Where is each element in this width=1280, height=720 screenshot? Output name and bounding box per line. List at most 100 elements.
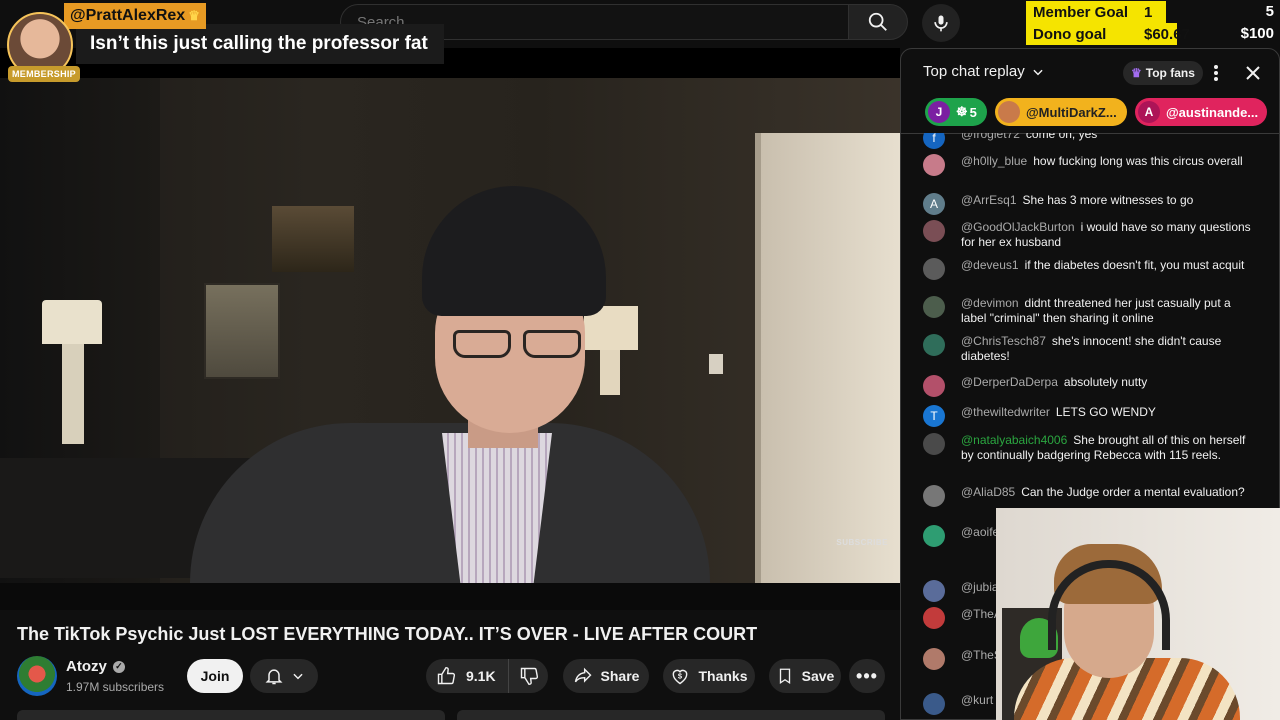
chat-text: Can the Judge order a mental evaluation? (1021, 485, 1245, 499)
chat-author[interactable]: @deveus1 (961, 258, 1019, 272)
like-count: 9.1K (466, 668, 496, 684)
chat-author[interactable]: @thewiltedwriter (961, 405, 1050, 419)
subscribe-watermark[interactable]: SUBSCRIBE (836, 538, 888, 547)
chat-author[interactable]: @frogiet72 (961, 133, 1020, 141)
chat-avatar[interactable] (923, 648, 945, 670)
like-dislike-group: 9.1K (426, 659, 548, 693)
share-button[interactable]: Share (563, 659, 649, 693)
notifications-button[interactable] (250, 659, 318, 693)
voice-search-button[interactable] (922, 4, 960, 42)
chat-avatar[interactable] (923, 334, 945, 356)
video-player[interactable]: SUBSCRIBE (0, 48, 900, 610)
chat-mode-label: Top chat replay (923, 63, 1025, 80)
channel-name[interactable]: Atozy ✓ (66, 658, 125, 675)
chat-message[interactable]: @GoodOlJackBurton i would have so many qu… (923, 220, 1259, 250)
dono-goal: Dono goal $60.67 $100 (1026, 23, 1280, 45)
more-actions-button[interactable]: ••• (849, 659, 885, 693)
chat-avatar[interactable]: A (923, 193, 945, 215)
chat-message[interactable]: @DerperDaDerpa absolutely nutty (923, 375, 1259, 397)
chat-message-body: @ArrEsq1 She has 3 more witnesses to go (961, 193, 1259, 215)
join-button[interactable]: Join (187, 659, 243, 693)
svg-text:$: $ (678, 672, 683, 681)
member-goal-current: 1 (1144, 3, 1153, 21)
save-button[interactable]: Save (769, 659, 841, 693)
chevron-down-icon (1033, 69, 1043, 75)
dono-goal-target: $100 (1240, 25, 1274, 42)
video-frame: SUBSCRIBE (0, 78, 900, 610)
dono-goal-label: Dono goal (1033, 25, 1107, 43)
chat-message[interactable]: T @thewiltedwriter LETS GO WENDY (923, 405, 1259, 427)
chat-message[interactable]: f @frogiet72 come on, yes (923, 133, 1259, 149)
chat-header: Top chat replay ♛ Top fans (901, 49, 1279, 95)
chat-author[interactable]: @h0lly_blue (961, 154, 1027, 168)
member-message: Isn’t this just calling the professor fa… (76, 24, 444, 64)
chat-avatar[interactable]: T (923, 405, 945, 427)
chat-avatar[interactable] (923, 258, 945, 280)
chevron-down-icon (292, 673, 303, 680)
chat-menu-button[interactable] (1206, 61, 1226, 85)
wall-art (272, 206, 354, 272)
chat-message[interactable]: @natalyabaich4006 She brought all of this… (923, 433, 1259, 463)
chat-avatar[interactable] (923, 580, 945, 602)
chat-text: She has 3 more witnesses to go (1022, 193, 1194, 207)
close-icon (1246, 66, 1260, 80)
dislike-button[interactable] (509, 659, 549, 693)
ticker-item[interactable]: @MultiDarkZ... (995, 98, 1127, 126)
member-goal-target: 5 (1265, 3, 1274, 20)
top-fans-button[interactable]: ♛ Top fans (1123, 61, 1203, 85)
youtube-watch-page: Member Goal 1 5 Dono goal $60.67 $100 (0, 0, 1280, 720)
member-goal: Member Goal 1 5 (1026, 1, 1280, 23)
ticker-count: 5 (969, 104, 977, 120)
chat-avatar[interactable] (923, 485, 945, 507)
close-chat-button[interactable] (1241, 61, 1265, 85)
chat-avatar[interactable] (923, 525, 945, 547)
channel-avatar[interactable] (17, 656, 57, 696)
chat-author[interactable]: @kurt (961, 693, 993, 707)
thanks-button[interactable]: $ Thanks (663, 659, 755, 693)
chat-avatar[interactable] (923, 607, 945, 629)
chat-author[interactable]: @AliaD85 (961, 485, 1015, 499)
chat-author[interactable]: @jubia (961, 580, 999, 594)
chat-mode-dropdown[interactable]: Top chat replay (923, 63, 1045, 80)
chat-avatar[interactable] (923, 154, 945, 176)
chat-author[interactable]: @devimon (961, 296, 1019, 310)
more-vertical-icon (1214, 65, 1218, 81)
chat-message-body: @frogiet72 come on, yes (961, 133, 1259, 149)
like-button[interactable]: 9.1K (426, 659, 509, 693)
chat-author[interactable]: @ChrisTesch87 (961, 334, 1046, 348)
chat-avatar[interactable] (923, 693, 945, 715)
share-icon (574, 667, 592, 683)
description-box-edge (17, 710, 445, 720)
chat-text: absolutely nutty (1063, 375, 1148, 389)
streamer-webcam (996, 508, 1280, 720)
chat-message[interactable]: @AliaD85 Can the Judge order a mental eva… (923, 485, 1259, 507)
chat-message-body: @DerperDaDerpa absolutely nutty (961, 375, 1259, 397)
chat-avatar[interactable] (923, 220, 945, 242)
chat-avatar[interactable] (923, 296, 945, 318)
channel-name-text[interactable]: Atozy (66, 658, 107, 675)
verified-icon: ✓ (112, 660, 125, 673)
chat-avatar[interactable] (923, 375, 945, 397)
chat-message[interactable]: @deveus1 if the diabetes doesn't fit, you… (923, 258, 1259, 280)
member-goal-label: Member Goal (1033, 3, 1129, 21)
ticker-item[interactable]: J ☸ 5 (925, 98, 987, 126)
dono-goal-current: $60.67 (1144, 25, 1190, 43)
chat-message-body: @AliaD85 Can the Judge order a mental eva… (961, 485, 1259, 507)
chat-message[interactable]: @ChrisTesch87 she's innocent! she didn't … (923, 334, 1259, 364)
chat-avatar[interactable] (923, 433, 945, 455)
chat-message[interactable]: @h0lly_blue how fucking long was this cir… (923, 154, 1259, 176)
glasses-lens-left (453, 330, 511, 358)
chat-message[interactable]: @devimon didnt threatened her just casual… (923, 296, 1259, 326)
lamp-right-base (600, 350, 620, 395)
chat-author[interactable]: @ArrEsq1 (961, 193, 1017, 207)
chat-author[interactable]: @aoife (961, 525, 999, 539)
search-button[interactable] (848, 4, 908, 40)
thanks-label: Thanks (698, 668, 748, 684)
chat-author[interactable]: @natalyabaich4006 (961, 433, 1067, 447)
chat-message[interactable]: A @ArrEsq1 She has 3 more witnesses to go (923, 193, 1259, 215)
chat-text: come on, yes (1025, 133, 1098, 141)
chat-author[interactable]: @DerperDaDerpa (961, 375, 1058, 389)
chat-author[interactable]: @GoodOlJackBurton (961, 220, 1075, 234)
ticker-item[interactable]: A @austinande... (1135, 98, 1267, 126)
chat-avatar[interactable]: f (923, 133, 945, 149)
